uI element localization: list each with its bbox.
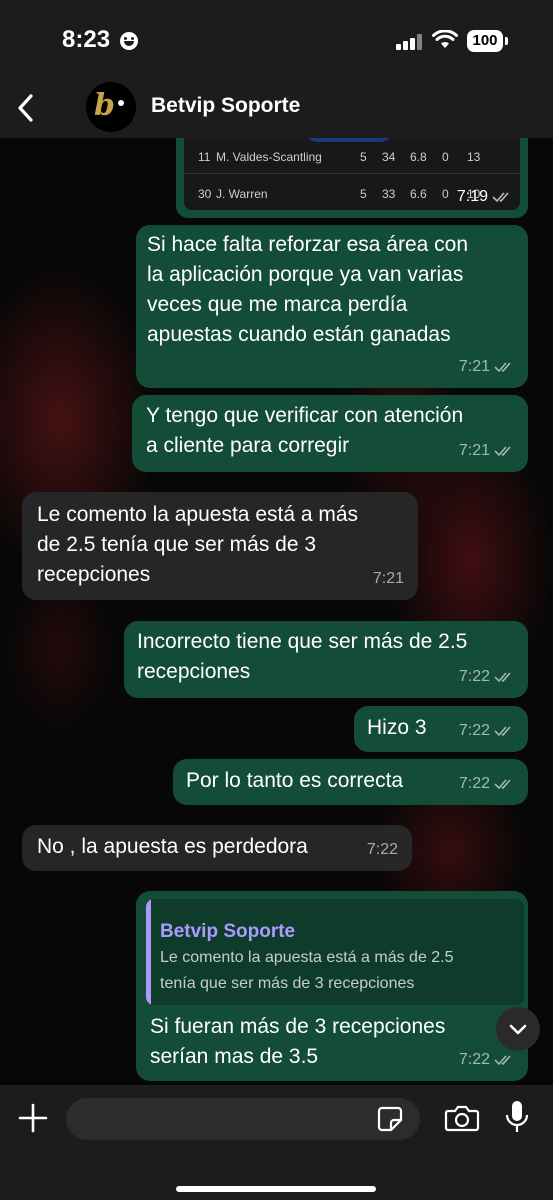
message-line: la aplicación porque ya van varias <box>147 263 464 286</box>
chat-header: b Betvip Soporte <box>0 80 553 138</box>
reply-quote[interactable]: Betvip Soporte Le comento la apuesta est… <box>146 899 524 1005</box>
microphone-icon[interactable] <box>504 1099 530 1135</box>
image-graphic <box>304 138 394 142</box>
read-receipt-icon <box>494 1055 511 1066</box>
message-bubble-outgoing[interactable]: Y tengo que verificar con atención a cli… <box>132 395 528 472</box>
scroll-down-button[interactable] <box>496 1007 540 1051</box>
read-receipt-icon <box>494 362 511 373</box>
message-time: 7:22 <box>366 841 398 858</box>
message-line: veces que me marca perdía <box>147 293 408 316</box>
message-bubble-outgoing[interactable]: Betvip Soporte Le comento la apuesta est… <box>136 891 528 1081</box>
chevron-down-icon <box>509 1024 527 1035</box>
message-time: 7:21 <box>372 570 404 587</box>
composer-bar <box>0 1085 553 1200</box>
status-bar: 8:23 100 <box>0 0 553 80</box>
plus-icon[interactable] <box>18 1103 48 1133</box>
message-time: 7:22 <box>458 1051 490 1068</box>
message-bubble-incoming[interactable]: No , la apuesta es perdedora 7:22 <box>22 825 412 871</box>
home-indicator <box>176 1186 376 1192</box>
status-time: 8:23 <box>62 26 111 53</box>
message-meta: 7:21 <box>459 352 516 382</box>
message-bubble-outgoing[interactable]: Por lo tanto es correcta 7:22 <box>173 759 528 805</box>
message-line: Por lo tanto es correcta <box>186 769 404 792</box>
message-time: 7:21 <box>458 442 490 459</box>
message-time: 7:22 <box>458 722 490 739</box>
message-line: Si hace falta reforzar esa área con <box>147 233 469 256</box>
message-time: 7:21 <box>458 358 490 375</box>
message-meta: 7:22 <box>459 662 516 692</box>
camera-icon[interactable] <box>444 1103 480 1133</box>
read-receipt-icon <box>494 446 511 457</box>
image-message[interactable]: 11 M. Valdes-Scantling 5 34 6.8 0 13 30 … <box>176 138 528 218</box>
read-receipt-icon <box>494 779 511 790</box>
table-row: 11 M. Valdes-Scantling 5 34 6.8 0 13 <box>198 150 481 164</box>
message-line: serían mas de 3.5 <box>150 1045 319 1068</box>
quote-accent-bar <box>146 899 151 1005</box>
message-line: de 2.5 tenía que ser más de 3 <box>37 533 317 556</box>
avatar-logo: b <box>94 88 115 123</box>
message-line: Si fueran más de 3 recepciones <box>150 1015 446 1038</box>
message-line: Le comento la apuesta está a más <box>37 503 359 526</box>
smiley-icon <box>120 32 138 50</box>
message-line: recepciones <box>37 563 151 586</box>
message-meta: 7:21 <box>459 436 516 466</box>
quote-author: Betvip Soporte <box>160 921 296 942</box>
back-icon[interactable] <box>12 90 42 126</box>
message-bubble-outgoing[interactable]: Si hace falta reforzar esa área con la a… <box>136 225 528 388</box>
message-meta: 7:22 <box>459 716 516 746</box>
message-line: recepciones <box>137 660 251 683</box>
message-bubble-outgoing[interactable]: Hizo 3 7:22 <box>354 706 528 752</box>
wifi-icon <box>432 30 458 48</box>
message-line: a cliente para corregir <box>146 434 350 457</box>
quote-text: Le comento la apuesta está a más de 2.5 … <box>160 949 454 992</box>
message-bubble-outgoing[interactable]: Incorrecto tiene que ser más de 2.5 rece… <box>124 621 528 698</box>
message-time: 7:19 <box>456 188 488 205</box>
signal-icon <box>396 34 424 50</box>
contact-name[interactable]: Betvip Soporte <box>151 94 300 118</box>
battery-icon: 100 <box>467 30 503 52</box>
message-line: No , la apuesta es perdedora <box>37 835 308 858</box>
message-meta: 7:21 <box>373 564 404 594</box>
message-line: apuestas cuando están ganadas <box>147 323 451 346</box>
sticker-icon[interactable] <box>376 1105 404 1133</box>
message-time: 7:22 <box>458 775 490 792</box>
avatar[interactable]: b <box>86 82 136 132</box>
table-divider <box>184 173 520 174</box>
message-line: Y tengo que verificar con atención <box>146 404 464 427</box>
read-receipt-icon <box>494 726 511 737</box>
read-receipt-icon <box>492 192 509 203</box>
battery-tip <box>505 37 508 45</box>
message-input[interactable] <box>66 1098 420 1140</box>
avatar-dot <box>118 100 124 106</box>
message-line: Hizo 3 <box>367 716 427 739</box>
message-meta: 7:22 <box>367 835 398 865</box>
message-line: Incorrecto tiene que ser más de 2.5 <box>137 630 468 653</box>
message-meta: 7:19 <box>457 188 514 206</box>
message-meta: 7:22 <box>459 769 516 799</box>
message-time: 7:22 <box>458 668 490 685</box>
message-bubble-incoming[interactable]: Le comento la apuesta está a más de 2.5 … <box>22 492 418 600</box>
read-receipt-icon <box>494 672 511 683</box>
